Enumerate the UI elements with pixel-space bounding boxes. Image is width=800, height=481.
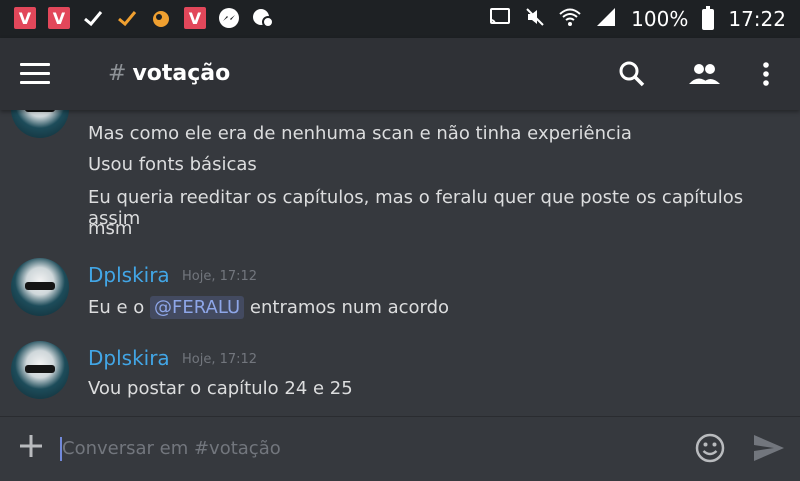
- author-name[interactable]: Dplskira: [88, 346, 170, 370]
- members-icon[interactable]: [686, 58, 722, 90]
- more-options-icon[interactable]: [752, 58, 780, 90]
- search-icon[interactable]: [616, 58, 648, 90]
- messenger-icon: [218, 7, 240, 29]
- message-list[interactable]: Mas como ele era de nenhuma scan e não t…: [0, 110, 800, 416]
- battery-icon: [702, 5, 715, 30]
- message-composer: [0, 416, 800, 481]
- chat-heads-icon: [252, 7, 274, 29]
- vivaldi-icon: V: [184, 7, 206, 29]
- uc-browser-icon: [150, 7, 172, 29]
- avatar[interactable]: [11, 110, 69, 138]
- app-bar: # votação: [0, 38, 800, 110]
- vivaldi-icon: V: [14, 7, 36, 29]
- vivaldi-icon: V: [48, 7, 70, 29]
- avatar[interactable]: [11, 258, 69, 316]
- message-line: Vou postar o capítulo 24 e 25: [88, 378, 353, 399]
- message-text: Eu e o: [88, 297, 145, 318]
- message-line: Usou fonts básicas: [88, 154, 257, 175]
- message-text: entramos num acordo: [249, 297, 450, 318]
- signal-icon: [595, 7, 617, 32]
- check-orange-icon: [116, 7, 138, 29]
- message-timestamp: Hoje, 17:12: [182, 352, 258, 367]
- channel-name: votação: [132, 61, 231, 86]
- channel-title: # votação: [108, 61, 230, 86]
- cast-icon: [489, 7, 511, 31]
- emoji-icon[interactable]: [694, 432, 726, 464]
- message-line: Eu e o @FERALU entramos num acordo: [88, 296, 450, 319]
- add-attachment-icon[interactable]: [18, 433, 44, 459]
- channel-hash: #: [108, 61, 127, 86]
- menu-icon[interactable]: [20, 61, 50, 87]
- notification-icons: V V V: [14, 7, 274, 29]
- avatar[interactable]: [11, 341, 69, 399]
- system-status: 100% 17:22: [489, 0, 786, 38]
- battery-percent: 100%: [631, 7, 689, 31]
- clock: 17:22: [728, 7, 786, 31]
- message-input[interactable]: [62, 433, 662, 463]
- message-line: Mas como ele era de nenhuma scan e não t…: [88, 123, 632, 144]
- mute-icon: [525, 7, 545, 32]
- status-bar: V V V 100% 17:22: [0, 0, 800, 38]
- author-name[interactable]: Dplskira: [88, 263, 170, 287]
- message-line: Eu queria reeditar os capítulos, mas o f…: [88, 187, 744, 229]
- wifi-icon: [559, 7, 581, 32]
- message-timestamp: Hoje, 17:12: [182, 269, 258, 284]
- check-icon: [82, 7, 104, 29]
- send-icon[interactable]: [752, 433, 786, 463]
- message-line: msm: [88, 218, 133, 239]
- user-mention[interactable]: @FERALU: [150, 296, 245, 319]
